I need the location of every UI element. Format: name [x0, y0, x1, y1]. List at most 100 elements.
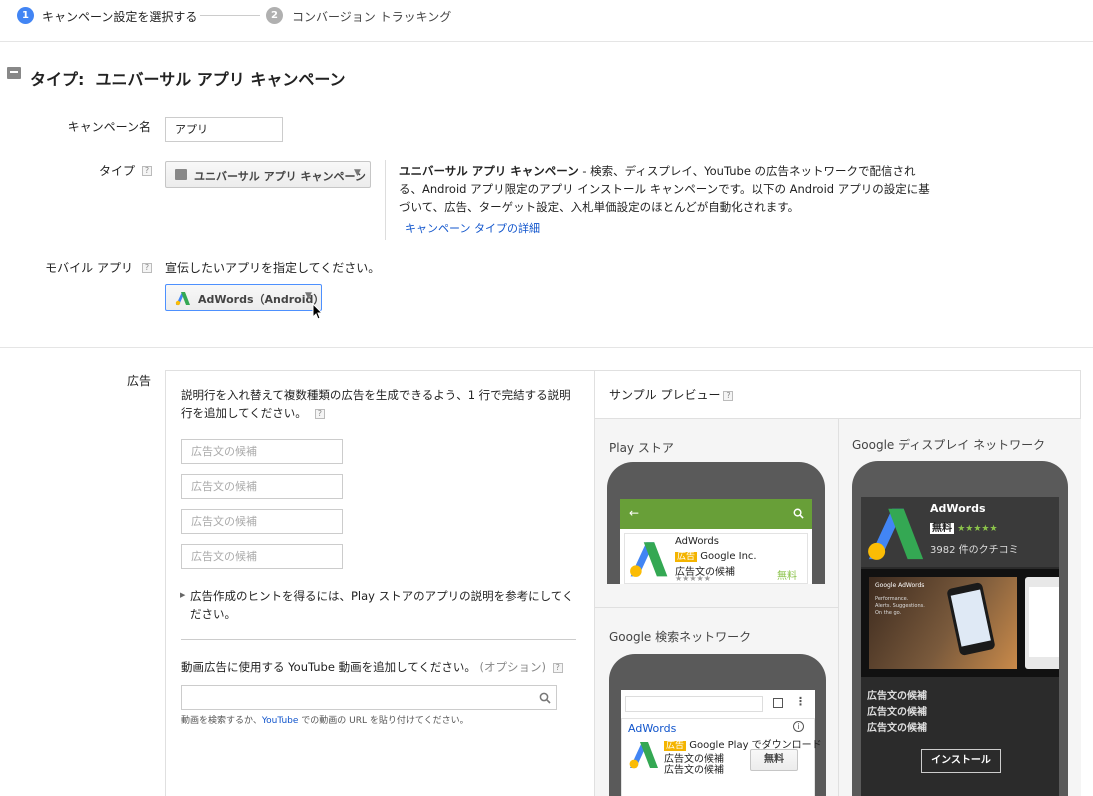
type-desc-line2: る、Android アプリ限定のアプリ インストール キャンペーンです。以下の … [399, 182, 930, 196]
display-candidate-2: 広告文の候補 [867, 707, 927, 718]
mobile-app-hint: 宣伝したいアプリを指定してください。 [165, 261, 381, 275]
search-bar[interactable] [625, 696, 763, 712]
search-free-button[interactable]: 無料 [750, 749, 798, 771]
section-title: タイプ: ユニバーサル アプリ キャンペーン [30, 70, 346, 89]
chevron-down-icon: ▼ [354, 168, 361, 178]
ad-intro-text: 説明行を入れ替えて複数種類の広告を生成できるよう、1 行で完結する説明 行を追加… [181, 386, 591, 422]
header-divider [0, 41, 1093, 42]
type-desc-line3: づいて、広告、ターゲット設定、入札単価設定のほとんどが自動化されます。 [399, 200, 800, 214]
search-icon[interactable] [793, 508, 804, 519]
campaign-type-details-link[interactable]: キャンペーン タイプの詳細 [405, 220, 540, 236]
info-icon[interactable]: i [793, 721, 804, 732]
play-store-preview: Play ストア ← AdWords 広告 Google Inc. 広告文の候補… [595, 419, 838, 607]
step-connector [200, 15, 260, 16]
play-free: 無料 [777, 571, 797, 582]
type-label: タイプ [98, 164, 135, 178]
type-help-icon[interactable]: ? [142, 166, 152, 176]
search-candidate-2: 広告文の候補 [664, 765, 724, 776]
mouse-cursor-icon [312, 303, 324, 320]
banner-phone [946, 582, 996, 656]
campaign-name-input[interactable]: アプリ [165, 117, 283, 142]
search-icon[interactable] [539, 692, 551, 704]
display-free-badge: 無料 [930, 523, 954, 534]
video-help-pre: 動画を検索するか、 [181, 716, 262, 726]
step-2-circle: 2 [266, 7, 283, 24]
banner-image: Google AdWords Performance. Alerts. Sugg… [869, 577, 1017, 669]
video-help-icon[interactable]: ? [552, 662, 563, 673]
type-dropdown-label: ユニバーサル アプリ キャンペーン [194, 170, 366, 183]
ad-intro-line2: 行を追加してください。 [181, 406, 307, 420]
mobile-app-help-icon[interactable]: ? [142, 263, 152, 273]
display-network-title: Google ディスプレイ ネットワーク [852, 438, 1046, 452]
adwords-logo-icon [868, 508, 924, 560]
banner-line-3: On the go. [875, 610, 902, 616]
play-store-phone: ← AdWords 広告 Google Inc. 広告文の候補 ★★★★★ 無料 [607, 462, 825, 584]
display-candidate-1: 広告文の候補 [867, 691, 927, 702]
campaign-type-icon [7, 67, 21, 79]
play-store-toolbar: ← [620, 499, 812, 529]
hint-expand-icon[interactable]: ▶ [180, 591, 185, 599]
display-stars: ★★★★★ [957, 524, 998, 534]
menu-dots-icon[interactable]: ⋮ [795, 695, 806, 708]
play-store-title: Play ストア [609, 441, 674, 455]
ad-text-input-2[interactable]: 広告文の候補 [181, 474, 343, 499]
type-description-divider [385, 160, 386, 240]
section-divider [0, 347, 1093, 348]
ad-hint-line2: ださい。 [190, 607, 236, 621]
mobile-app-dropdown-label: AdWords（Android） [198, 293, 325, 306]
banner-line-1: Performance. [875, 596, 909, 602]
video-optional: (オプション) [479, 660, 547, 674]
ad-badge: 広告 [675, 552, 698, 562]
ad-text-input-4[interactable]: 広告文の候補 [181, 544, 343, 569]
display-candidate-3: 広告文の候補 [867, 723, 927, 734]
tabs-icon[interactable] [773, 698, 783, 708]
step-2-label[interactable]: コンバージョン トラッキング [292, 8, 451, 25]
step-1-circle: 1 [17, 7, 34, 24]
back-arrow-icon[interactable]: ← [629, 506, 639, 520]
type-desc-bold: ユニバーサル アプリ キャンペーン [399, 164, 579, 178]
banner-line-2: Alerts. Suggestions. [875, 603, 925, 609]
play-developer: Google Inc. [700, 551, 757, 562]
play-app-name: AdWords [675, 536, 719, 547]
search-preview: Google 検索ネットワーク ⋮ AdWords i 広告 Google Pl… [595, 607, 838, 796]
type-desc-line1: - 検索、ディスプレイ、YouTube の広告ネットワークで配信され [578, 164, 916, 178]
banner-second-phone [1025, 577, 1059, 669]
adwords-logo-icon [629, 742, 658, 769]
ad-hint-line1: 広告作成のヒントを得るには、Play ストアのアプリの説明を参考にしてく [190, 589, 574, 603]
ad-panel-divider [181, 639, 576, 640]
ad-intro-line1: 説明行を入れ替えて複数種類の広告を生成できるよう、1 行で完結する説明 [181, 388, 571, 402]
display-app-name: AdWords [930, 502, 986, 515]
preview-panel: サンプル プレビュー? Play ストア ← AdWords 広告 Google… [595, 370, 1081, 796]
install-button[interactable]: インストール [921, 749, 1001, 773]
ad-editor-panel: 説明行を入れ替えて複数種類の広告を生成できるよう、1 行で完結する説明 行を追加… [165, 370, 595, 796]
ad-help-icon[interactable]: ? [314, 408, 325, 419]
campaign-name-label: キャンペーン名 [67, 120, 151, 134]
display-phone: AdWords 無料 ★★★★★ 3982 件のクチコミ Google AdWo… [852, 461, 1068, 796]
mobile-app-dropdown[interactable]: AdWords（Android） ▼ [165, 284, 325, 311]
video-search-input[interactable] [181, 685, 557, 710]
display-header: AdWords 無料 ★★★★★ 3982 件のクチコミ [861, 497, 1059, 567]
youtube-link[interactable]: YouTube [262, 716, 299, 726]
type-description: ユニバーサル アプリ キャンペーン - 検索、ディスプレイ、YouTube の広… [399, 162, 939, 216]
preview-help-icon[interactable]: ? [723, 390, 734, 401]
adwords-logo-icon [175, 292, 190, 306]
type-dropdown[interactable]: ユニバーサル アプリ キャンペーン ▼ [165, 161, 371, 188]
campaign-type-small-icon [175, 169, 187, 180]
display-preview: Google ディスプレイ ネットワーク AdWords 無料 ★★★★★ 39… [838, 419, 1081, 796]
banner-brand: Google AdWords [875, 582, 925, 589]
ad-text-input-1[interactable]: 広告文の候補 [181, 439, 343, 464]
search-app-name: AdWords [628, 722, 677, 735]
play-stars: ★★★★★ [675, 574, 711, 583]
search-network-title: Google 検索ネットワーク [609, 630, 752, 644]
ad-hint-text: 広告作成のヒントを得るには、Play ストアのアプリの説明を参考にしてく ださい… [190, 587, 580, 623]
video-label: 動画広告に使用する YouTube 動画を追加してください。 [181, 660, 476, 674]
ad-text-input-3[interactable]: 広告文の候補 [181, 509, 343, 534]
video-help-post: での動画の URL を貼り付けてください。 [298, 716, 469, 726]
mobile-app-label: モバイル アプリ [45, 261, 133, 275]
display-banner: Google AdWords Performance. Alerts. Sugg… [861, 569, 1059, 677]
chevron-down-icon: ▼ [305, 291, 312, 301]
search-phone: ⋮ AdWords i 広告 Google Play でダウンロード 広告文の候… [609, 654, 826, 796]
adwords-logo-icon [630, 542, 668, 577]
preview-title: サンプル プレビュー [609, 388, 721, 402]
step-1-label[interactable]: キャンペーン設定を選択する [42, 8, 197, 25]
